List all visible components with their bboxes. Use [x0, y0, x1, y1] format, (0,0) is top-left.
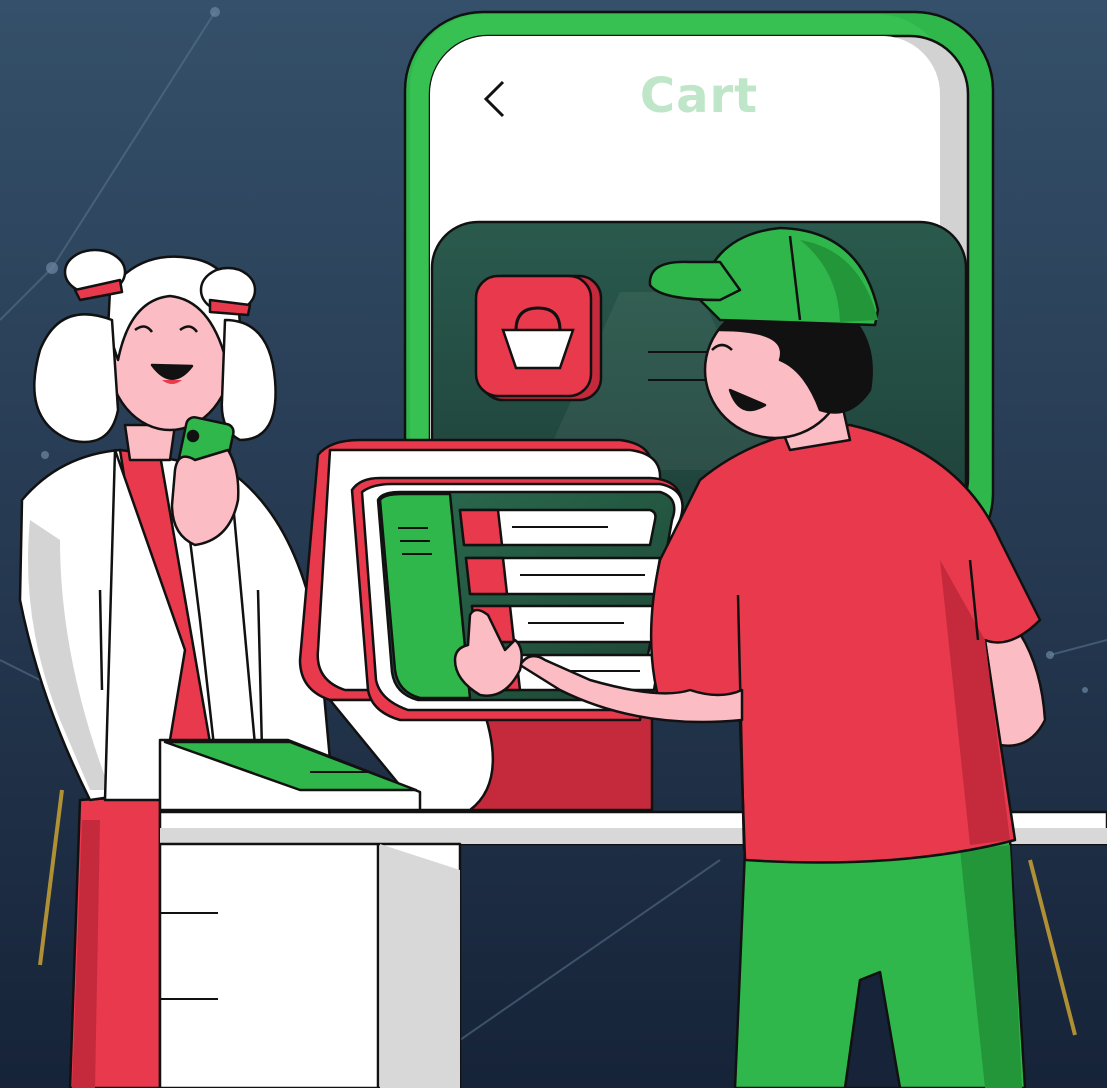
kiosk-list-item[interactable]	[464, 556, 662, 596]
illustration-scene: Cart	[0, 0, 1107, 1088]
kiosk-list-item[interactable]	[470, 604, 662, 644]
kiosk-list-item[interactable]	[458, 508, 657, 547]
page-title: Cart	[640, 68, 758, 124]
cart-tile[interactable]	[474, 274, 603, 402]
back-button[interactable]	[472, 76, 516, 120]
